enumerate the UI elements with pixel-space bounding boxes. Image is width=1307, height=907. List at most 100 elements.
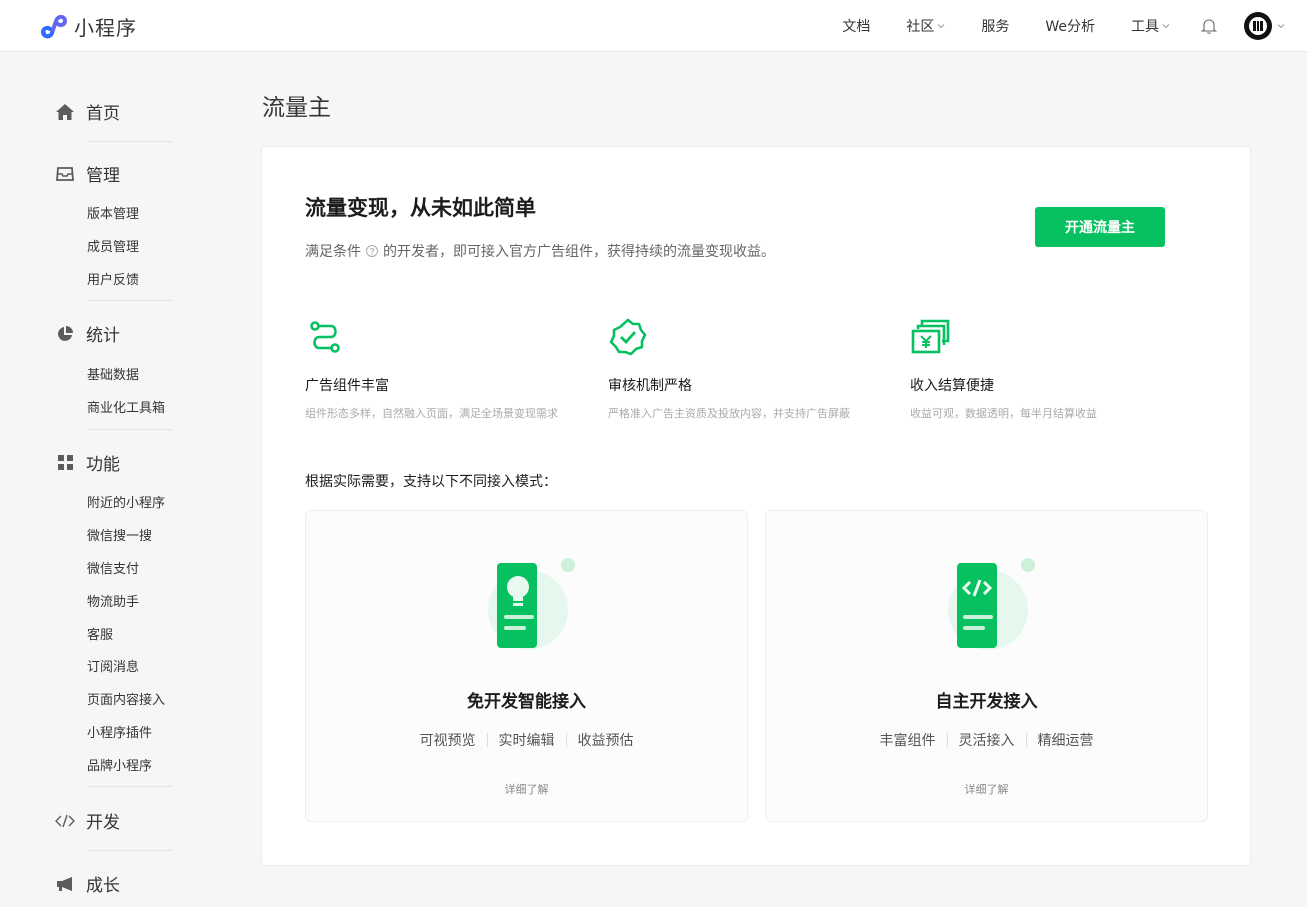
sidebar-subitem-nearby[interactable]: 附近的小程序 — [87, 492, 165, 511]
sidebar-item-home[interactable]: 首页 — [54, 99, 120, 124]
lightbulb-doc-icon — [488, 558, 575, 650]
sidebar-item-label: 开发 — [86, 813, 120, 833]
feature-description: 组件形态多样，自然融入页面，满足全场景变现需求 — [305, 407, 558, 420]
nav-tools[interactable]: 工具 — [1131, 16, 1170, 36]
sidebar-subitem-logistics[interactable]: 物流助手 — [87, 591, 139, 610]
sidebar-divider — [87, 429, 172, 430]
code-icon — [54, 810, 76, 832]
sidebar-subitem-customer-service[interactable]: 客服 — [87, 624, 113, 643]
learn-more-link[interactable]: 详细了解 — [306, 781, 747, 797]
home-icon — [54, 101, 76, 123]
sidebar-subitem-members[interactable]: 成员管理 — [87, 236, 139, 255]
open-traffic-host-button[interactable]: 开通流量主 — [1035, 207, 1165, 247]
nav-label: 服务 — [981, 19, 1010, 35]
feature-description: 收益可观，数据透明，每半月结算收益 — [910, 407, 1097, 420]
tag-separator — [946, 733, 948, 747]
sidebar-item-label: 管理 — [86, 166, 120, 186]
hero-title: 流量变现，从未如此简单 — [305, 196, 536, 220]
feature-easy-settlement: 收入结算便捷 收益可观，数据透明，每半月结算收益 — [910, 317, 1200, 421]
sidebar-item-growth[interactable]: 成长 — [54, 871, 120, 896]
nav-services[interactable]: 服务 — [981, 16, 1009, 36]
sidebar-subitem-plugins[interactable]: 小程序插件 — [87, 722, 152, 741]
sidebar-item-manage[interactable]: 管理 — [54, 161, 120, 186]
top-nav: 文档 社区 服务 We分析 工具 — [806, 0, 1285, 52]
pie-chart-icon — [54, 323, 76, 345]
chevron-down-icon[interactable] — [1277, 22, 1285, 30]
mode-heading: 根据实际需要，支持以下不同接入模式： — [305, 474, 557, 490]
mode-tags: 丰富组件 灵活接入 精细运营 — [766, 730, 1207, 750]
sidebar: 首页 管理 版本管理 成员管理 用户反馈 统计 基础数据 商业化工具箱 功能 附… — [0, 53, 200, 907]
mode-tag: 可视预览 — [419, 733, 476, 749]
bell-icon[interactable] — [1200, 17, 1218, 35]
nav-label: 社区 — [906, 19, 935, 35]
feature-title: 收入结算便捷 — [910, 378, 994, 394]
feature-title: 审核机制严格 — [608, 378, 692, 394]
verified-badge-icon — [609, 318, 647, 356]
grid-icon — [54, 452, 76, 474]
mode-tag: 实时编辑 — [498, 733, 555, 749]
chevron-down-icon — [938, 24, 945, 29]
sidebar-divider — [87, 850, 172, 851]
chevron-down-icon — [1162, 24, 1170, 29]
tag-separator — [486, 733, 488, 747]
inbox-icon — [54, 163, 76, 185]
hero-desc-prefix: 满足条件 — [305, 244, 361, 260]
mode-tag: 收益预估 — [577, 733, 634, 749]
sidebar-subitem-subscriptions[interactable]: 订阅消息 — [87, 656, 139, 675]
nav-label: We分析 — [1045, 19, 1095, 35]
sidebar-divider — [87, 786, 172, 787]
mode-title: 免开发智能接入 — [467, 692, 586, 712]
sidebar-item-label: 统计 — [86, 326, 120, 346]
tag-separator — [1025, 733, 1027, 747]
page-title: 流量主 — [262, 95, 331, 121]
sidebar-item-label: 功能 — [86, 455, 120, 475]
nav-docs[interactable]: 文档 — [842, 16, 870, 36]
yuan-cards-icon — [911, 319, 950, 354]
tag-separator — [565, 733, 567, 747]
nav-label: 文档 — [842, 19, 871, 35]
hero-desc-suffix: 的开发者，即可接入官方广告组件，获得持续的流量变现收益。 — [383, 244, 775, 260]
feature-rich-ad-components: 广告组件丰富 组件形态多样，自然融入页面，满足全场景变现需求 — [305, 317, 595, 421]
hero-description: 满足条件 的开发者，即可接入官方广告组件，获得持续的流量变现收益。 — [305, 241, 775, 261]
feature-description: 严格准入广告主资质及投放内容，并支持广告屏蔽 — [608, 407, 850, 420]
top-bar: 小程序 文档 社区 服务 We分析 工具 — [0, 0, 1307, 52]
user-avatar[interactable] — [1244, 12, 1272, 40]
feature-strict-review: 审核机制严格 严格准入广告主资质及投放内容，并支持广告屏蔽 — [608, 317, 898, 421]
route-icon — [310, 321, 340, 353]
sidebar-item-stats[interactable]: 统计 — [54, 321, 120, 346]
mode-card-no-code[interactable]: 免开发智能接入 可视预览 实时编辑 收益预估 详细了解 — [305, 510, 748, 822]
mini-program-logo-icon — [40, 14, 68, 39]
sidebar-item-label: 成长 — [86, 876, 120, 896]
sidebar-subitem-page-content[interactable]: 页面内容接入 — [87, 689, 165, 708]
sidebar-item-develop[interactable]: 开发 — [54, 808, 120, 833]
sidebar-subitem-feedback[interactable]: 用户反馈 — [87, 269, 139, 288]
nav-community[interactable]: 社区 — [906, 16, 945, 36]
sidebar-divider — [87, 141, 172, 142]
sidebar-subitem-brand[interactable]: 品牌小程序 — [87, 755, 152, 774]
sidebar-subitem-wechat-pay[interactable]: 微信支付 — [87, 558, 139, 577]
mode-tag: 精细运营 — [1037, 733, 1094, 749]
sidebar-subitem-versions[interactable]: 版本管理 — [87, 203, 139, 222]
nav-we-analytics[interactable]: We分析 — [1045, 16, 1095, 36]
sidebar-subitem-basic-data[interactable]: 基础数据 — [87, 364, 139, 383]
help-circle-icon[interactable] — [365, 244, 379, 258]
code-doc-icon — [948, 558, 1035, 650]
nav-label: 工具 — [1131, 19, 1159, 35]
sidebar-subitem-monetization-toolbox[interactable]: 商业化工具箱 — [87, 397, 165, 416]
mode-tags: 可视预览 实时编辑 收益预估 — [306, 730, 747, 750]
feature-title: 广告组件丰富 — [305, 378, 389, 394]
sidebar-divider — [87, 300, 172, 301]
sidebar-item-features[interactable]: 功能 — [54, 450, 120, 475]
learn-more-link[interactable]: 详细了解 — [766, 781, 1207, 797]
mode-tag: 丰富组件 — [879, 733, 936, 749]
traffic-host-card: 流量变现，从未如此简单 满足条件 的开发者，即可接入官方广告组件，获得持续的流量… — [261, 146, 1251, 866]
avatar-glyph-icon — [1249, 17, 1267, 35]
mode-card-self-develop[interactable]: 自主开发接入 丰富组件 灵活接入 精细运营 详细了解 — [765, 510, 1208, 822]
megaphone-icon — [54, 873, 76, 895]
logo-text: 小程序 — [74, 15, 137, 40]
logo[interactable]: 小程序 — [38, 11, 137, 41]
mode-title: 自主开发接入 — [935, 692, 1038, 712]
sidebar-item-label: 首页 — [86, 104, 120, 124]
sidebar-subitem-wechat-search[interactable]: 微信搜一搜 — [87, 525, 152, 544]
mode-tag: 灵活接入 — [958, 733, 1015, 749]
